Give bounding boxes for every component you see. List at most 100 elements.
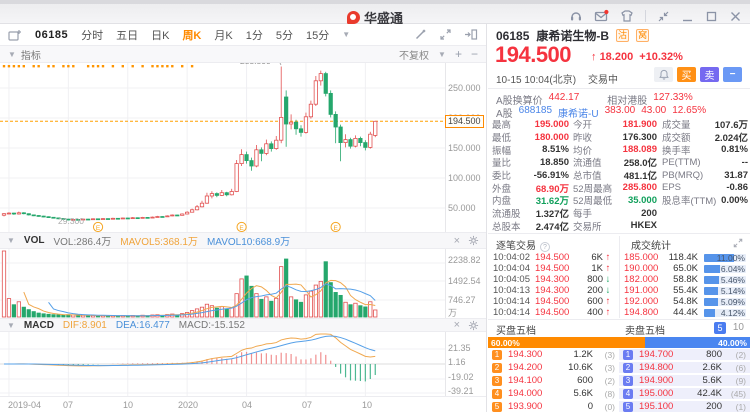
tab-日K[interactable]: 日K bbox=[151, 27, 169, 43]
stat-row: 量比 18.850 流通值 258.0亿 PE(TTM) -- bbox=[492, 156, 748, 170]
bid-level[interactable]: 3 194.100 600 (2) bbox=[488, 375, 619, 386]
tick-row[interactable]: 10:04:04 194.500 1K ↑ bbox=[493, 263, 615, 274]
stat-row: 最低 180.000 昨收 176.300 成交额 2.024亿 bbox=[492, 131, 748, 145]
new-chart-window-icon[interactable] bbox=[8, 29, 22, 41]
ask-level[interactable]: 3 194.900 5.6K (9) bbox=[619, 375, 750, 386]
time-axis-label: 2019-04 bbox=[8, 400, 42, 410]
tick-row[interactable]: 10:04:13 194.300 200 ↓ bbox=[493, 285, 615, 296]
sell-button[interactable]: 卖 bbox=[700, 67, 719, 82]
depth-row: 2 194.200 10.6K (3) 2 194.800 2.6K (6) bbox=[488, 361, 750, 374]
tick-row[interactable]: 10:04:02 194.500 6K ↑ bbox=[493, 252, 615, 263]
volume-bar: 5.09% bbox=[704, 297, 746, 306]
chart-symbol: 06185 bbox=[35, 28, 69, 41]
trade-stat-row: 182.000 58.8K 5.46% bbox=[624, 274, 746, 285]
chart-pane: E E E 06185 分时 五日 日K 周K 月K 1分 5分 15分 ▼ ▼ 指标 不复权 ▼… bbox=[0, 24, 487, 412]
ask-level[interactable]: 1 194.700 800 (2) bbox=[619, 349, 750, 360]
fullscreen-icon[interactable] bbox=[439, 28, 452, 41]
stat-cell: 交易所 HKEX bbox=[573, 220, 657, 233]
mavol10-value: MAVOL10:668.9万 bbox=[206, 237, 291, 248]
bid-level[interactable]: 5 193.900 0 (0) bbox=[488, 401, 619, 412]
axis-label: 250.000 bbox=[448, 83, 481, 93]
macd-close-icon[interactable]: × bbox=[454, 320, 460, 331]
stock-code: 06185 bbox=[496, 28, 530, 43]
tick-row[interactable]: 10:04:14 194.500 600 ↑ bbox=[493, 296, 615, 307]
last-price: 194.500 bbox=[495, 42, 572, 67]
vol-value: VOL:286.4万 bbox=[53, 237, 112, 248]
vol-caret-icon[interactable]: ▼ bbox=[7, 236, 15, 245]
collapse-panel-button[interactable]: − bbox=[723, 67, 742, 82]
bid-level[interactable]: 1 194.300 1.2K (3) bbox=[488, 349, 619, 360]
tab-月K[interactable]: 月K bbox=[214, 27, 232, 43]
depth-row: 3 194.100 600 (2) 3 194.900 5.6K (9) bbox=[488, 374, 750, 387]
macd-settings-icon[interactable] bbox=[468, 320, 479, 331]
theme-skin-icon[interactable] bbox=[620, 9, 634, 23]
bid-level[interactable]: 4 194.000 5.6K (8) bbox=[488, 388, 619, 399]
tick-list-title: 逐笔交易? bbox=[496, 237, 550, 252]
stat-cell: 总股本 2.474亿 bbox=[492, 221, 569, 233]
more-periods-caret-icon[interactable]: ▼ bbox=[342, 30, 350, 39]
quote-pane: 06185 康希诺生物-B 沽 窝 194.500 ↑ 18.200 +10.3… bbox=[488, 24, 750, 412]
vol-panel-header: ▼ VOL VOL:286.4万 MAVOL5:368.1万 MAVOL10:6… bbox=[0, 232, 486, 249]
tick-row[interactable]: 10:04:14 194.500 400 ↑ bbox=[493, 307, 615, 318]
zoom-in-button[interactable]: + bbox=[455, 47, 462, 61]
customer-service-icon[interactable] bbox=[569, 9, 583, 23]
adjust-mode[interactable]: 不复权 bbox=[399, 47, 429, 62]
ten-levels-toggle[interactable]: 10 bbox=[733, 322, 744, 333]
popout-panel-icon[interactable] bbox=[464, 28, 478, 41]
trade-stat-row: 191.000 55.4K 5.14% bbox=[624, 285, 746, 296]
tab-分时[interactable]: 分时 bbox=[81, 27, 103, 43]
tab-1分[interactable]: 1分 bbox=[246, 27, 263, 43]
tick-down-arrow-icon: ↓ bbox=[605, 285, 611, 296]
expand-stats-icon[interactable] bbox=[733, 238, 743, 248]
macd-caret-icon[interactable]: ▼ bbox=[7, 321, 15, 330]
vol-title[interactable]: VOL bbox=[24, 235, 45, 246]
quote-statistics: 最高 195.000 今开 181.900 成交量 107.6万 最低 180.000 昨收 17… bbox=[492, 118, 748, 233]
volume-bar: 11.00% bbox=[704, 253, 746, 262]
depth-row: 5 193.900 0 (0) 5 195.100 200 (1) bbox=[488, 400, 750, 412]
adjust-caret-icon[interactable]: ▼ bbox=[438, 50, 446, 59]
time-axis-label: 07 bbox=[301, 400, 313, 410]
volume-bar: 4.12% bbox=[704, 308, 746, 317]
stat-cell: PE(TTM) -- bbox=[662, 156, 748, 168]
svg-text:E: E bbox=[239, 225, 244, 232]
tab-周K[interactable]: 周K bbox=[182, 27, 201, 43]
tick-down-arrow-icon: ↓ bbox=[605, 274, 611, 285]
stat-row: 流通股 1.327亿 每手 200 bbox=[492, 207, 748, 221]
stat-row: 总股本 2.474亿 交易所 HKEX bbox=[492, 220, 748, 233]
depth-row: 4 194.000 5.6K (8) 4 195.000 42.4K (45) bbox=[488, 387, 750, 400]
vol-close-icon[interactable]: × bbox=[454, 235, 460, 246]
price-change-pct: +10.32% bbox=[639, 51, 683, 63]
axis-label: 21.35 bbox=[448, 343, 471, 353]
macd-title[interactable]: MACD bbox=[24, 320, 54, 331]
five-levels-toggle[interactable]: 5 bbox=[714, 322, 726, 334]
close-icon[interactable] bbox=[729, 10, 742, 23]
price-alert-button[interactable] bbox=[654, 67, 673, 82]
time-axis-label: 10 bbox=[122, 400, 134, 410]
stat-row: 委比 -56.91% 总市值 481.1亿 PB(MRQ) 31.87 bbox=[492, 169, 748, 183]
mail-icon[interactable] bbox=[594, 9, 609, 23]
help-icon[interactable]: ? bbox=[540, 242, 550, 252]
ask-level[interactable]: 5 195.100 200 (1) bbox=[619, 401, 750, 412]
period-tabs: 分时 五日 日K 周K 月K 1分 5分 15分 bbox=[81, 27, 329, 43]
depth-row: 1 194.300 1.2K (3) 1 194.700 800 (2) bbox=[488, 348, 750, 361]
tick-row[interactable]: 10:04:05 194.300 800 ↓ bbox=[493, 274, 615, 285]
indicator-caret-icon[interactable]: ▼ bbox=[8, 50, 16, 59]
tab-15分[interactable]: 15分 bbox=[306, 27, 329, 43]
buy-button[interactable]: 买 bbox=[677, 67, 696, 82]
tab-5分[interactable]: 5分 bbox=[276, 27, 293, 43]
draw-line-icon[interactable] bbox=[414, 28, 427, 41]
bid-level[interactable]: 2 194.200 10.6K (3) bbox=[488, 362, 619, 373]
ask-level[interactable]: 2 194.800 2.6K (6) bbox=[619, 362, 750, 373]
axis-label: 50.000 bbox=[448, 203, 476, 213]
ask-level[interactable]: 4 195.000 42.4K (45) bbox=[619, 388, 750, 399]
zoom-out-button[interactable]: − bbox=[471, 47, 478, 61]
short-sell-badge: 沽 bbox=[616, 29, 630, 42]
minimize-icon[interactable] bbox=[681, 10, 694, 23]
tab-五日[interactable]: 五日 bbox=[116, 27, 138, 43]
vol-settings-icon[interactable] bbox=[468, 235, 479, 246]
volume-bar: 6.04% bbox=[704, 264, 746, 273]
maximize-icon[interactable] bbox=[705, 10, 718, 23]
dif-value: DIF:8.901 bbox=[62, 319, 107, 331]
indicator-label[interactable]: 指标 bbox=[21, 47, 41, 62]
shrink-window-icon[interactable] bbox=[657, 10, 670, 23]
